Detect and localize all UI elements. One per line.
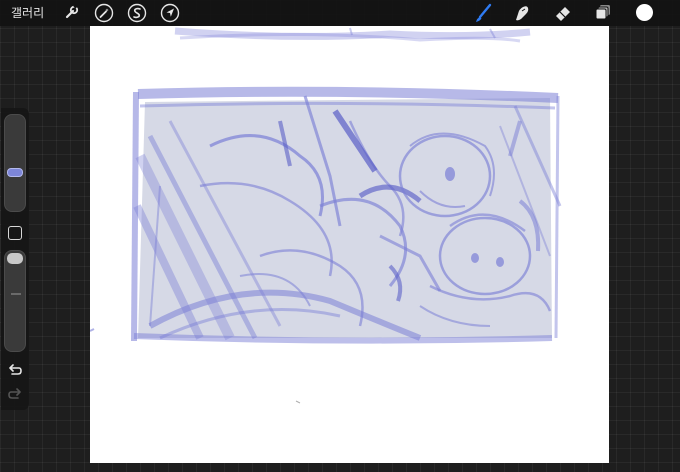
magic-wand-icon <box>94 3 114 23</box>
undo-icon <box>9 364 22 375</box>
brush-opacity-thumb[interactable] <box>7 253 23 264</box>
redo-button[interactable] <box>7 388 23 402</box>
brush-tool-button[interactable] <box>472 2 494 24</box>
brush-size-thumb[interactable] <box>7 168 23 178</box>
transform-button[interactable] <box>159 2 181 24</box>
arrow-cursor-icon <box>160 3 180 23</box>
eraser-icon <box>556 7 570 21</box>
redo-icon <box>8 388 21 399</box>
drawing-canvas[interactable] <box>90 26 609 463</box>
layers-button[interactable] <box>592 2 614 24</box>
selection-s-icon <box>127 3 147 23</box>
left-sidebar <box>1 108 29 410</box>
modify-button[interactable] <box>8 226 22 240</box>
eraser-tool-button[interactable] <box>552 2 574 24</box>
brush-size-slider[interactable] <box>4 114 26 212</box>
opacity-slider-mark <box>11 293 21 295</box>
gallery-button[interactable]: 갤러리 <box>11 4 44 22</box>
smudge-tool-button[interactable] <box>511 2 533 24</box>
wrench-icon <box>65 4 79 19</box>
adjustments-button[interactable] <box>93 2 115 24</box>
undo-button[interactable] <box>7 364 23 378</box>
brush-icon <box>476 3 492 22</box>
color-picker-button[interactable] <box>636 4 653 21</box>
top-toolbar: 갤러리 <box>0 0 680 26</box>
brush-opacity-slider[interactable] <box>4 250 26 352</box>
actions-button[interactable] <box>60 2 82 24</box>
layers-icon <box>595 5 610 20</box>
smudge-finger-icon <box>516 6 529 21</box>
sketch-artwork <box>90 27 562 404</box>
selection-button[interactable] <box>126 2 148 24</box>
